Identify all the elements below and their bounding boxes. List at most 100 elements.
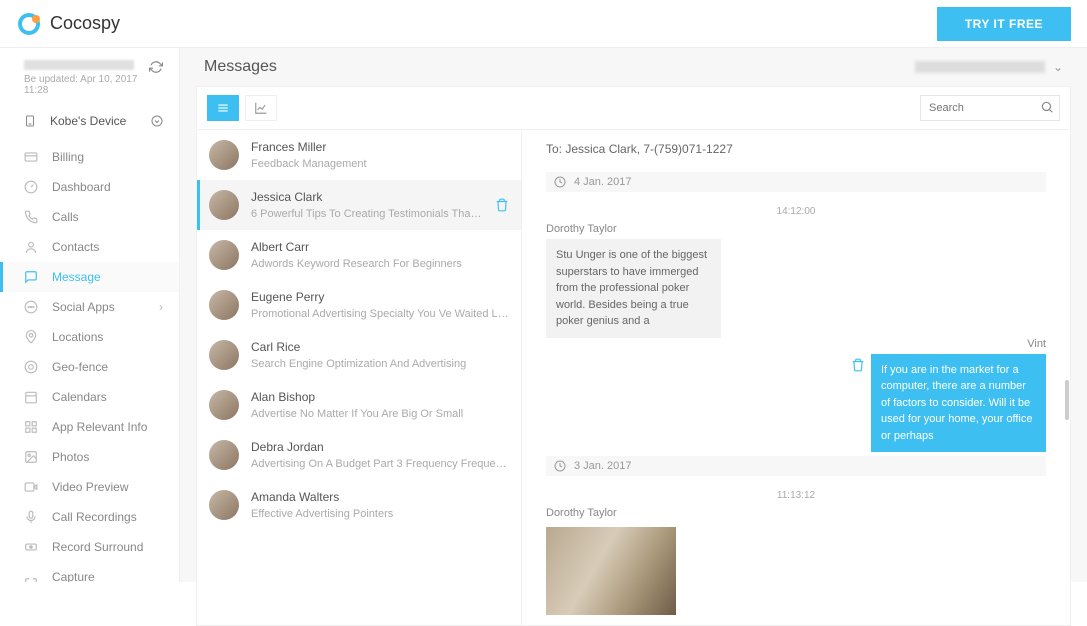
sidebar-item-screenshots[interactable]: Capture Screenshots	[0, 562, 179, 582]
contact-row[interactable]: Jessica Clark 6 Powerful Tips To Creating…	[197, 180, 521, 230]
contact-snippet: Promotional Advertising Specialty You Ve…	[251, 308, 509, 320]
contact-row[interactable]: Alan Bishop Advertise No Matter If You Ar…	[197, 380, 521, 430]
account-email-blurred	[915, 61, 1045, 73]
sidebar-item-social[interactable]: Social Apps›	[0, 292, 179, 322]
logo-icon	[16, 11, 42, 37]
message-icon	[24, 270, 38, 284]
contact-name: Albert Carr	[251, 240, 509, 254]
contact-snippet: Advertise No Matter If You Are Big Or Sm…	[251, 408, 509, 420]
clock-icon	[554, 460, 566, 472]
page-title: Messages	[204, 58, 277, 76]
avatar	[209, 190, 239, 220]
video-icon	[24, 480, 38, 494]
sidebar-item-calls[interactable]: Calls	[0, 202, 179, 232]
contact-row[interactable]: Carl RiceSearch Engine Optimization And …	[197, 330, 521, 380]
refresh-icon[interactable]	[149, 60, 163, 74]
record-icon	[24, 540, 38, 554]
message-in: Stu Unger is one of the biggest supersta…	[546, 239, 721, 338]
sidebar-item-message[interactable]: Message	[0, 262, 179, 292]
time-label: 11:13:12	[546, 490, 1046, 501]
avatar	[209, 240, 239, 270]
search-input[interactable]	[920, 95, 1060, 121]
sidebar-item-surround[interactable]: Record Surround	[0, 532, 179, 562]
sender-name: Dorothy Taylor	[546, 223, 1046, 235]
contact-row[interactable]: Albert Carr Adwords Keyword Research For …	[197, 230, 521, 280]
sender-name: Vint	[546, 338, 1046, 350]
sidebar-item-photos[interactable]: Photos	[0, 442, 179, 472]
sidebar-item-recordings[interactable]: Call Recordings	[0, 502, 179, 532]
contact-snippet: Feedback Management	[251, 158, 509, 170]
account-dropdown[interactable]: ⌄	[915, 60, 1063, 74]
contact-snippet: Search Engine Optimization And Advertisi…	[251, 358, 509, 370]
contact-row[interactable]: Frances Miller Feedback Management	[197, 130, 521, 180]
avatar	[209, 490, 239, 520]
person-icon	[24, 240, 38, 254]
avatar	[209, 390, 239, 420]
contact-name: Amanda Walters	[251, 490, 509, 504]
contact-name: Frances Miller	[251, 140, 509, 154]
avatar	[209, 440, 239, 470]
account-name-blurred	[24, 60, 134, 70]
sidebar: Be updated: Apr 10, 2017 11:28 Kobe's De…	[0, 48, 180, 582]
brand: Cocospy	[16, 11, 120, 37]
contact-snippet: Adwords Keyword Research For Beginners	[251, 258, 509, 270]
sidebar-item-apps[interactable]: App Relevant Info	[0, 412, 179, 442]
chevron-down-icon: ⌄	[1053, 60, 1063, 74]
sidebar-item-billing[interactable]: Billing	[0, 142, 179, 172]
mic-icon	[24, 510, 38, 524]
contacts-list: Frances Miller Feedback Management Jessic…	[197, 130, 522, 625]
sidebar-item-dashboard[interactable]: Dashboard	[0, 172, 179, 202]
time-label: 14:12:00	[546, 206, 1046, 217]
contact-name: Debra Jordan	[251, 440, 509, 454]
scrollbar[interactable]	[1065, 380, 1069, 420]
contact-snippet: Advertising On A Budget Part 3 Frequency…	[251, 458, 509, 470]
sidebar-item-calendars[interactable]: Calendars	[0, 382, 179, 412]
chevron-right-icon: ›	[159, 300, 163, 314]
target-icon	[24, 360, 38, 374]
list-icon	[216, 101, 230, 115]
delete-icon[interactable]	[851, 358, 865, 372]
chat-icon	[24, 300, 38, 314]
date-separator: 4 Jan. 2017	[546, 172, 1046, 192]
date-separator: 3 Jan. 2017	[546, 456, 1046, 476]
calendar-icon	[24, 390, 38, 404]
grid-icon	[24, 420, 38, 434]
contact-name: Alan Bishop	[251, 390, 509, 404]
contact-snippet: Effective Advertising Pointers	[251, 508, 509, 520]
chart-icon	[254, 101, 268, 115]
clock-icon	[554, 176, 566, 188]
sidebar-item-geofence[interactable]: Geo-fence	[0, 352, 179, 382]
chat-panel: To: Jessica Clark, 7-(759)071-1227 4 Jan…	[522, 130, 1070, 625]
sender-name: Dorothy Taylor	[546, 507, 1046, 519]
card-icon	[24, 150, 38, 164]
search-icon[interactable]	[1040, 100, 1054, 114]
contact-row[interactable]: Amanda Walters Effective Advertising Poin…	[197, 480, 521, 530]
contact-row[interactable]: Debra Jordan Advertising On A Budget Part…	[197, 430, 521, 480]
try-free-button[interactable]: TRY IT FREE	[937, 7, 1071, 41]
sidebar-item-video[interactable]: Video Preview	[0, 472, 179, 502]
capture-icon	[24, 577, 38, 582]
chat-to: To: Jessica Clark, 7-(759)071-1227	[546, 130, 1046, 168]
chevron-down-icon	[151, 115, 163, 127]
avatar	[209, 290, 239, 320]
sidebar-item-contacts[interactable]: Contacts	[0, 232, 179, 262]
sidebar-item-locations[interactable]: Locations	[0, 322, 179, 352]
contact-snippet: 6 Powerful Tips To Creating Testimonials…	[251, 208, 483, 220]
contact-row[interactable]: Eugene Perry Promotional Advertising Spec…	[197, 280, 521, 330]
message-image	[546, 527, 676, 615]
device-selector[interactable]: Kobe's Device	[0, 104, 179, 138]
message-out: If you are in the market for a computer,…	[871, 354, 1046, 453]
delete-icon[interactable]	[495, 198, 509, 212]
photo-icon	[24, 450, 38, 464]
contact-name: Eugene Perry	[251, 290, 509, 304]
avatar	[209, 140, 239, 170]
tab-list[interactable]	[207, 95, 239, 121]
search-wrapper	[920, 95, 1060, 121]
phone-icon	[24, 210, 38, 224]
avatar	[209, 340, 239, 370]
device-label: Kobe's Device	[50, 114, 126, 128]
gauge-icon	[24, 180, 38, 194]
tab-chart[interactable]	[245, 95, 277, 121]
device-icon	[24, 114, 36, 128]
contact-name: Jessica Clark	[251, 190, 483, 204]
